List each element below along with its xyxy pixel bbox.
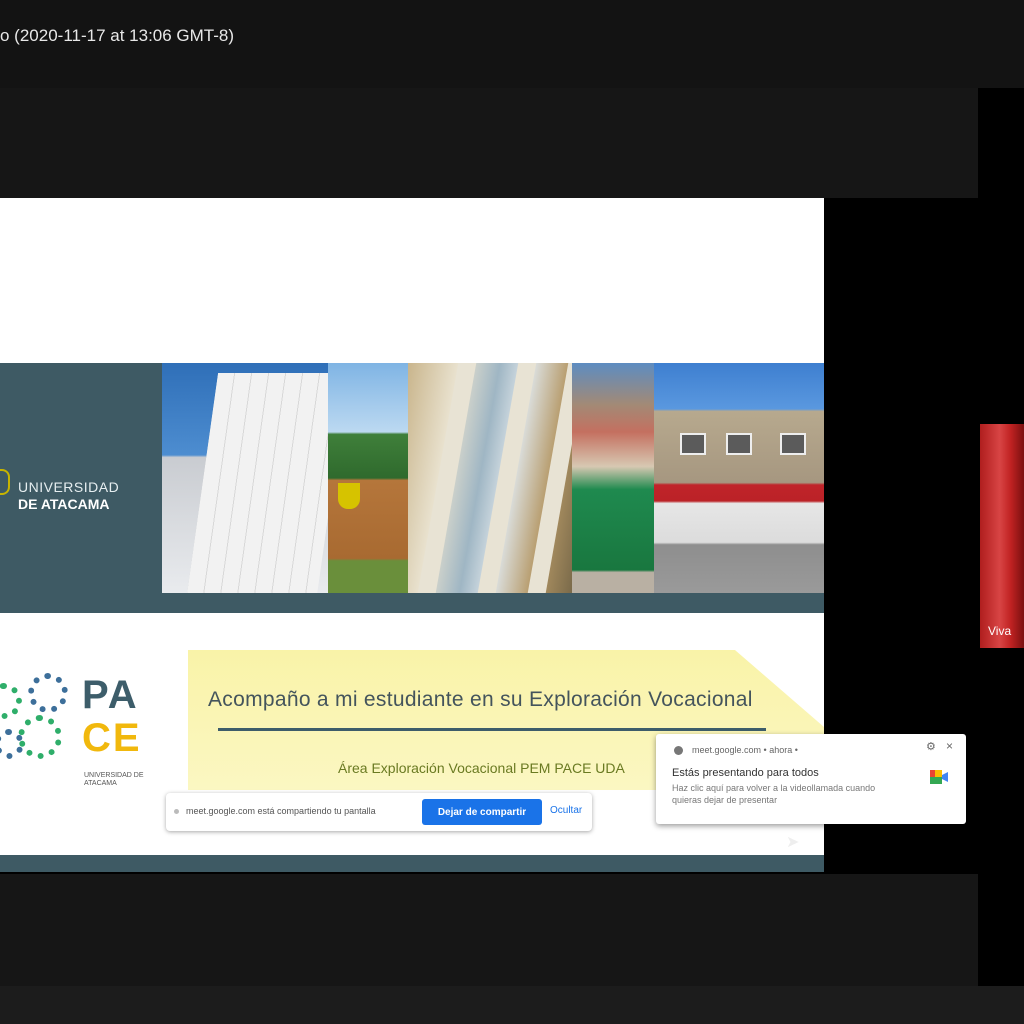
pace-logo-text-top: PA	[82, 673, 139, 717]
title-divider	[218, 728, 766, 731]
pace-logo-subtitle: UNIVERSIDAD DE ATACAMA	[84, 772, 144, 787]
participant-name: Viva	[988, 624, 1012, 638]
slide-footer-bar	[0, 855, 824, 872]
mouse-cursor-icon: ➤	[786, 834, 800, 851]
campus-photo-tower	[408, 363, 572, 593]
campus-photo-brick-building	[328, 363, 408, 593]
notification-source: meet.google.com • ahora •	[692, 745, 798, 755]
close-icon[interactable]: ×	[946, 739, 953, 753]
gear-icon	[18, 715, 62, 759]
gear-icon	[0, 683, 22, 719]
university-emblem-icon	[0, 469, 10, 495]
slide-subtitle: Área Exploración Vocacional PEM PACE UDA	[338, 760, 625, 776]
university-logo: UNIVERSIDAD DE ATACAMA	[0, 363, 162, 613]
meeting-title: o (2020-11-17 at 13:06 GMT-8)	[0, 26, 235, 45]
site-icon	[674, 746, 683, 755]
pace-logo-text-bottom: CE	[82, 716, 142, 760]
university-name-line1: UNIVERSIDAD	[18, 479, 120, 495]
gear-icon[interactable]: ⚙	[926, 740, 936, 753]
share-status-text: meet.google.com está compartiendo tu pan…	[186, 806, 376, 816]
google-meet-icon	[930, 770, 948, 784]
gear-icon	[0, 729, 24, 759]
slide-photo-banner: UNIVERSIDAD DE ATACAMA	[0, 363, 824, 613]
campus-photo-town-houses	[572, 363, 654, 593]
university-name-line2: DE ATACAMA	[18, 496, 110, 512]
participant-tile[interactable]: Viva	[980, 424, 1024, 648]
notification-body: Haz clic aquí para volver a la videollam…	[672, 783, 876, 805]
drag-handle-icon[interactable]	[174, 809, 179, 814]
stage-background-bottom	[0, 874, 978, 986]
stop-sharing-button[interactable]: Dejar de compartir	[422, 799, 542, 825]
screen-share-bar: meet.google.com está compartiendo tu pan…	[166, 793, 592, 831]
gear-icon	[28, 673, 68, 713]
meeting-bottom-bar	[0, 986, 1024, 1024]
campus-photo-modern-building	[162, 363, 328, 593]
presenting-notification[interactable]: meet.google.com • ahora • ⚙ × Estás pres…	[656, 734, 966, 824]
hide-share-bar-link[interactable]: Ocultar	[550, 805, 582, 816]
slide-title: Acompaño a mi estudiante en su Exploraci…	[208, 688, 753, 711]
campus-photo-round-building	[654, 363, 824, 593]
notification-title: Estás presentando para todos	[672, 767, 819, 779]
stage-background-top	[0, 88, 978, 198]
meeting-top-bar: o (2020-11-17 at 13:06 GMT-8)	[0, 0, 1024, 88]
